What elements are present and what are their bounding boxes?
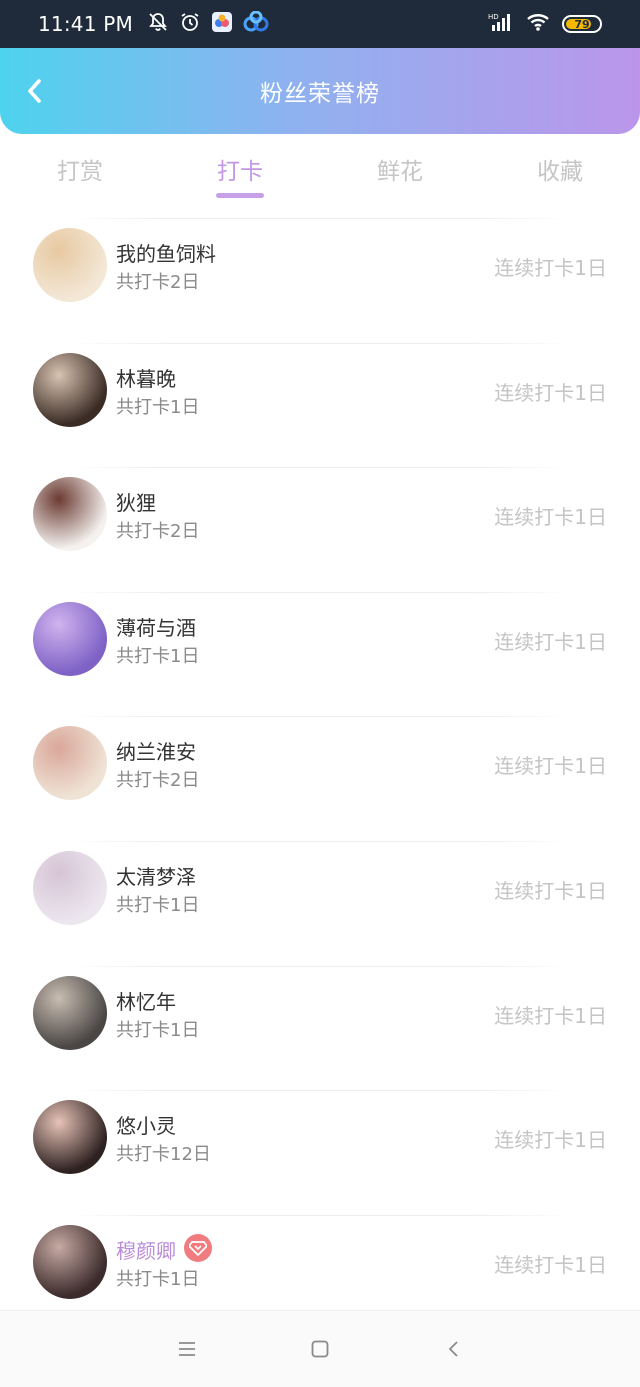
avatar[interactable] <box>33 601 107 676</box>
user-name: 穆颜卿 <box>116 1238 176 1263</box>
user-name: 纳兰淮安 <box>116 740 196 765</box>
user-name: 悠小灵 <box>116 1114 176 1139</box>
status-time: 11:41 PM <box>38 12 133 36</box>
streak-checkins: 连续打卡1日 <box>494 505 607 530</box>
tab-label: 收藏 <box>537 159 583 185</box>
user-name: 狄狸 <box>116 491 156 516</box>
battery-percent: 79 <box>574 17 590 31</box>
total-checkins: 共打卡1日 <box>116 645 200 667</box>
fan-list: 我的鱼饲料 共打卡2日 连续打卡1日 林暮晚 共打卡1日 连续打卡1日 狄狸 共… <box>0 218 640 1339</box>
tab-underline <box>216 193 264 198</box>
streak-checkins: 连续打卡1日 <box>494 878 607 903</box>
home-button[interactable] <box>300 1329 340 1369</box>
user-name: 薄荷与酒 <box>116 615 196 640</box>
status-icons-right: HD 79 <box>488 12 602 36</box>
list-item[interactable]: 太清梦泽 共打卡1日 连续打卡1日 <box>0 840 640 966</box>
wifi-icon <box>526 12 550 36</box>
total-checkins: 共打卡1日 <box>116 396 200 418</box>
back-nav-button[interactable] <box>433 1329 473 1369</box>
list-item[interactable]: 悠小灵 共打卡12日 连续打卡1日 <box>0 1090 640 1215</box>
list-item[interactable]: 薄荷与酒 共打卡1日 连续打卡1日 <box>0 591 640 717</box>
user-name: 林忆年 <box>116 989 176 1014</box>
menu-icon <box>178 1342 195 1356</box>
streak-checkins: 连续打卡1日 <box>494 1003 607 1028</box>
streak-checkins: 连续打卡1日 <box>494 1128 607 1153</box>
avatar[interactable] <box>33 975 107 1050</box>
streak-checkins: 连续打卡1日 <box>494 1252 607 1277</box>
tab-flowers[interactable]: 鲜花 <box>320 140 480 204</box>
total-checkins: 共打卡1日 <box>116 1268 200 1290</box>
tab-label: 鲜花 <box>377 159 423 185</box>
header-bar: 粉丝荣誉榜 <box>0 48 640 134</box>
hd-signal-icon: HD <box>488 12 514 36</box>
streak-checkins: 连续打卡1日 <box>494 380 607 405</box>
divider <box>70 591 570 593</box>
page-title: 粉丝荣誉榜 <box>260 81 380 107</box>
battery-icon: 79 <box>562 15 602 33</box>
tab-label: 打赏 <box>57 159 103 185</box>
status-bar: 11:41 PM HD 79 <box>0 0 640 48</box>
total-checkins: 共打卡2日 <box>116 521 200 543</box>
streak-checkins: 连续打卡1日 <box>494 256 607 280</box>
divider <box>70 342 570 344</box>
divider <box>70 965 570 967</box>
user-name: 林暮晚 <box>116 366 176 391</box>
list-item[interactable]: 狄狸 共打卡2日 连续打卡1日 <box>0 467 640 592</box>
back-button[interactable] <box>18 74 52 108</box>
divider <box>70 218 570 219</box>
streak-checkins: 连续打卡1日 <box>494 629 607 654</box>
avatar[interactable] <box>33 1224 107 1299</box>
avatar[interactable] <box>33 228 107 302</box>
total-checkins: 共打卡1日 <box>116 894 200 916</box>
divider <box>70 716 570 718</box>
divider <box>70 840 570 842</box>
user-name: 我的鱼饲料 <box>116 242 216 266</box>
cloud-app-icon <box>243 10 269 37</box>
tab-favorites[interactable]: 收藏 <box>480 140 640 204</box>
avatar[interactable] <box>33 1100 107 1175</box>
status-icons-left <box>147 10 269 37</box>
tab-reward[interactable]: 打赏 <box>0 140 160 204</box>
list-item[interactable]: 纳兰淮安 共打卡2日 连续打卡1日 <box>0 716 640 841</box>
divider <box>70 467 570 469</box>
system-nav-bar <box>0 1310 640 1387</box>
divider <box>70 1214 570 1216</box>
list-item[interactable]: 我的鱼饲料 共打卡2日 连续打卡1日 <box>0 218 640 343</box>
total-checkins: 共打卡12日 <box>116 1144 211 1166</box>
tab-checkin[interactable]: 打卡 <box>160 140 320 204</box>
divider <box>70 1090 570 1092</box>
home-square-icon <box>311 1340 329 1358</box>
list-item[interactable]: 林暮晚 共打卡1日 连续打卡1日 <box>0 342 640 468</box>
avatar[interactable] <box>33 477 107 552</box>
tab-bar: 打赏 打卡 鲜花 收藏 <box>0 140 640 204</box>
menu-button[interactable] <box>167 1329 207 1369</box>
alarm-icon <box>179 11 201 37</box>
avatar[interactable] <box>33 850 107 925</box>
total-checkins: 共打卡1日 <box>116 1019 200 1041</box>
avatar[interactable] <box>33 726 107 801</box>
svg-text:HD: HD <box>488 13 499 21</box>
avatar[interactable] <box>33 352 107 427</box>
list-item[interactable]: 林忆年 共打卡1日 连续打卡1日 <box>0 965 640 1091</box>
total-checkins: 共打卡2日 <box>116 770 200 792</box>
user-name: 太清梦泽 <box>116 864 196 889</box>
vip-diamond-icon <box>184 1233 212 1262</box>
total-checkins: 共打卡2日 <box>116 272 200 293</box>
chevron-left-icon <box>28 79 41 103</box>
app-badge-icon <box>211 11 233 37</box>
mute-bell-icon <box>147 11 169 37</box>
back-triangle-icon <box>449 1341 458 1357</box>
tab-label: 打卡 <box>217 159 263 185</box>
streak-checkins: 连续打卡1日 <box>494 754 607 779</box>
